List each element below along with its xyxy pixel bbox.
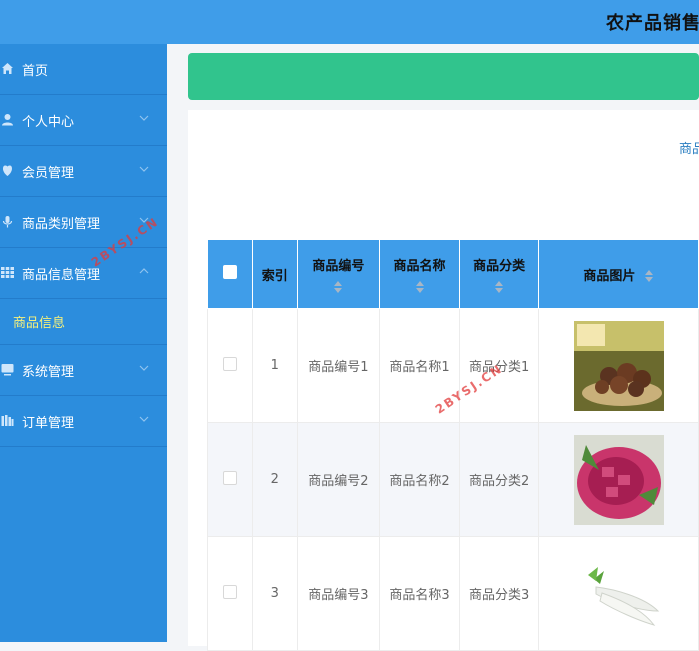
product-image-dragon-fruit[interactable] (573, 434, 664, 525)
select-all-header[interactable] (207, 239, 253, 309)
chevron-up-icon (139, 268, 149, 274)
column-header-category[interactable]: 商品分类 (458, 239, 540, 309)
row-checkbox[interactable] (222, 356, 237, 371)
column-header-name[interactable]: 商品名称 (379, 239, 460, 309)
home-icon (2, 63, 13, 74)
sidebar-item-label: 商品信息管理 (22, 268, 101, 283)
cell-image (538, 308, 699, 423)
sort-icon[interactable] (494, 280, 504, 294)
chevron-down-icon (139, 166, 149, 172)
page-banner (188, 53, 699, 100)
table-row[interactable]: 2 商品编号2 商品名称2 商品分类2 (207, 422, 699, 537)
column-header-image[interactable]: 商品图片 (538, 239, 699, 309)
sidebar-item-label: 首页 (22, 64, 49, 79)
app-title: 农产品销售 (606, 13, 699, 34)
category-icon (2, 216, 13, 228)
sidebar-item-order[interactable]: 订单管理 (0, 396, 167, 447)
sidebar-item-label: 商品类别管理 (22, 217, 101, 232)
chevron-down-icon (139, 365, 149, 371)
cell-name: 商品名称3 (379, 536, 460, 651)
cell-code: 商品编号2 (296, 422, 381, 537)
row-checkbox[interactable] (222, 470, 237, 485)
cell-image (538, 536, 699, 651)
table-header-row: 索引 商品编号 商品名称 商品分类 商品图片 (207, 239, 699, 309)
sort-icon[interactable] (333, 280, 343, 294)
cell-index: 3 (251, 536, 298, 651)
breadcrumb[interactable]: 商品 (679, 138, 699, 157)
sidebar-item-product-info[interactable]: 商品信息管理 (0, 248, 167, 299)
sidebar-subitem-label: 商品信息 (13, 316, 66, 331)
cell-index: 1 (251, 308, 298, 423)
cell-name: 商品名称2 (379, 422, 460, 537)
sidebar-item-label: 订单管理 (22, 416, 75, 431)
cell-index: 2 (251, 422, 298, 537)
sidebar-item-label: 会员管理 (22, 166, 75, 181)
order-icon (1, 415, 14, 426)
cell-category: 商品分类2 (458, 422, 540, 537)
top-header: 农产品销售 (0, 0, 699, 44)
column-header-index: 索引 (251, 239, 298, 309)
sidebar-item-label: 个人中心 (22, 115, 75, 130)
monitor-icon (1, 364, 14, 376)
cell-image (538, 422, 699, 537)
chevron-down-icon (139, 416, 149, 422)
member-icon (2, 165, 13, 176)
product-image-white-radish[interactable] (573, 548, 664, 639)
sidebar-item-system[interactable]: 系统管理 (0, 345, 167, 396)
product-image-dried-mushroom[interactable] (573, 320, 664, 411)
cell-code: 商品编号3 (296, 536, 381, 651)
sidebar-item-personal-center[interactable]: 个人中心 (0, 95, 167, 146)
cell-category: 商品分类3 (458, 536, 540, 651)
sidebar-item-member[interactable]: 会员管理 (0, 146, 167, 197)
select-all-checkbox[interactable] (222, 265, 237, 279)
chevron-down-icon (139, 115, 149, 121)
sidebar-item-label: 系统管理 (22, 365, 75, 380)
row-checkbox[interactable] (222, 584, 237, 599)
sort-icon[interactable] (644, 269, 654, 283)
column-header-code[interactable]: 商品编号 (296, 239, 381, 309)
sidebar-subitem-product-info[interactable]: 商品信息 (0, 299, 167, 345)
user-icon (2, 114, 13, 126)
sidebar-item-home[interactable]: 首页 (0, 44, 167, 95)
product-table: 索引 商品编号 商品名称 商品分类 商品图片 1 商品编号1 商品名称1 商品分… (207, 239, 699, 651)
sidebar: 首页 个人中心 会员管理 商品类别管理 商品信息管理 商品信息 系统管理 订单管… (0, 44, 167, 642)
sort-icon[interactable] (415, 280, 425, 294)
grid-icon (1, 267, 14, 278)
cell-code: 商品编号1 (296, 308, 381, 423)
table-row[interactable]: 3 商品编号3 商品名称3 商品分类3 (207, 536, 699, 651)
